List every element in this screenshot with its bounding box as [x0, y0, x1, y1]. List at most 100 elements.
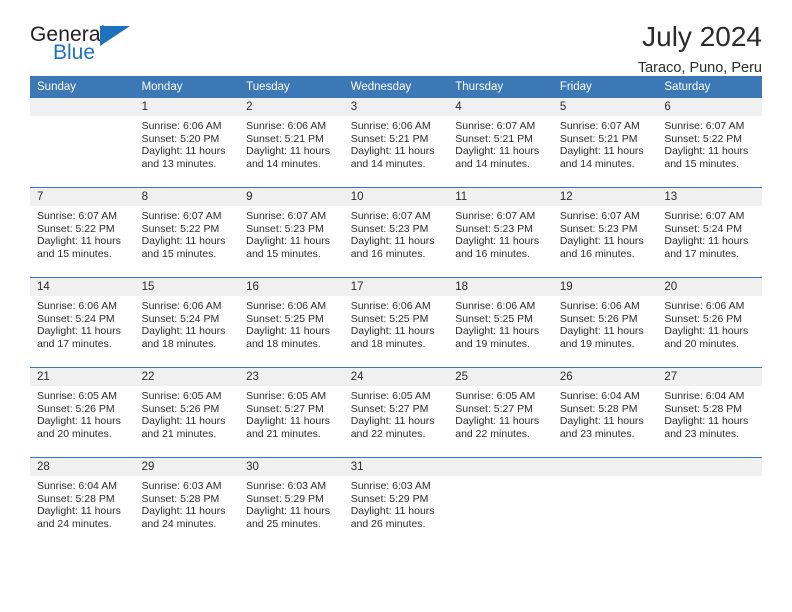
daylight-text-line1: Daylight: 11 hours — [141, 415, 226, 428]
calendar-cell[interactable]: 27 Sunrise: 6:04 AM Sunset: 5:28 PM Dayl… — [657, 367, 762, 458]
sunset-text: Sunset: 5:21 PM — [246, 132, 324, 145]
day-cell[interactable]: 31 Sunrise: 6:03 AM Sunset: 5:29 PM Dayl… — [343, 458, 449, 547]
day-details: Sunrise: 6:06 AM Sunset: 5:21 PM Dayligh… — [239, 116, 344, 170]
day-cell[interactable]: 27 Sunrise: 6:04 AM Sunset: 5:28 PM Dayl… — [657, 368, 762, 457]
calendar-cell[interactable]: 6 Sunrise: 6:07 AM Sunset: 5:22 PM Dayli… — [657, 98, 762, 188]
day-details: Sunrise: 6:06 AM Sunset: 5:24 PM Dayligh… — [30, 296, 135, 350]
calendar-cell[interactable]: 5 Sunrise: 6:07 AM Sunset: 5:21 PM Dayli… — [552, 98, 658, 188]
calendar-cell[interactable]: 29 Sunrise: 6:03 AM Sunset: 5:28 PM Dayl… — [134, 457, 240, 547]
calendar-cell[interactable]: 3 Sunrise: 6:06 AM Sunset: 5:21 PM Dayli… — [343, 98, 449, 188]
day-cell[interactable]: 4 Sunrise: 6:07 AM Sunset: 5:21 PM Dayli… — [448, 98, 553, 187]
general-blue-logo[interactable]: General Blue — [30, 22, 145, 68]
sunrise-text: Sunrise: 6:03 AM — [141, 480, 222, 492]
sunrise-text: Sunrise: 6:07 AM — [664, 120, 745, 132]
day-cell[interactable]: 3 Sunrise: 6:06 AM Sunset: 5:21 PM Dayli… — [343, 98, 449, 187]
weekday-header-row: Sunday Monday Tuesday Wednesday Thursday… — [30, 76, 762, 98]
calendar-cell[interactable]: 28 Sunrise: 6:04 AM Sunset: 5:28 PM Dayl… — [30, 457, 135, 547]
calendar-cell[interactable]: 18 Sunrise: 6:06 AM Sunset: 5:25 PM Dayl… — [448, 277, 553, 368]
day-cell[interactable]: 8 Sunrise: 6:07 AM Sunset: 5:22 PM Dayli… — [134, 188, 240, 277]
calendar-cell[interactable]: 23 Sunrise: 6:05 AM Sunset: 5:27 PM Dayl… — [239, 367, 344, 458]
sunset-text: Sunset: 5:26 PM — [559, 312, 638, 325]
sunset-text: Sunset: 5:24 PM — [664, 222, 743, 235]
day-cell[interactable]: 19 Sunrise: 6:06 AM Sunset: 5:26 PM Dayl… — [552, 278, 658, 367]
daylight-text-line2: and 15 minutes. — [37, 247, 112, 260]
day-cell[interactable] — [657, 458, 762, 547]
calendar-cell[interactable]: 13 Sunrise: 6:07 AM Sunset: 5:24 PM Dayl… — [657, 187, 762, 278]
calendar-cell[interactable]: 15 Sunrise: 6:06 AM Sunset: 5:24 PM Dayl… — [134, 277, 240, 368]
calendar-cell[interactable] — [657, 457, 762, 547]
day-cell[interactable]: 17 Sunrise: 6:06 AM Sunset: 5:25 PM Dayl… — [343, 278, 449, 367]
day-cell[interactable]: 14 Sunrise: 6:06 AM Sunset: 5:24 PM Dayl… — [30, 278, 135, 367]
calendar-cell[interactable]: 19 Sunrise: 6:06 AM Sunset: 5:26 PM Dayl… — [552, 277, 658, 368]
day-cell[interactable]: 5 Sunrise: 6:07 AM Sunset: 5:21 PM Dayli… — [552, 98, 658, 187]
calendar-cell[interactable]: 25 Sunrise: 6:05 AM Sunset: 5:27 PM Dayl… — [448, 367, 553, 458]
day-number — [552, 458, 658, 476]
calendar-cell[interactable]: 16 Sunrise: 6:06 AM Sunset: 5:25 PM Dayl… — [239, 277, 344, 368]
calendar-cell[interactable]: 14 Sunrise: 6:06 AM Sunset: 5:24 PM Dayl… — [30, 277, 135, 368]
calendar-cell[interactable]: 30 Sunrise: 6:03 AM Sunset: 5:29 PM Dayl… — [239, 457, 344, 547]
sunset-text: Sunset: 5:21 PM — [350, 132, 429, 145]
day-cell[interactable]: 18 Sunrise: 6:06 AM Sunset: 5:25 PM Dayl… — [448, 278, 553, 367]
calendar-cell[interactable]: 21 Sunrise: 6:05 AM Sunset: 5:26 PM Dayl… — [30, 367, 135, 458]
calendar-cell[interactable] — [30, 98, 135, 188]
day-cell[interactable] — [552, 458, 658, 547]
day-cell[interactable]: 24 Sunrise: 6:05 AM Sunset: 5:27 PM Dayl… — [343, 368, 449, 457]
day-cell[interactable]: 20 Sunrise: 6:06 AM Sunset: 5:26 PM Dayl… — [657, 278, 762, 367]
day-cell[interactable]: 12 Sunrise: 6:07 AM Sunset: 5:23 PM Dayl… — [552, 188, 658, 277]
day-cell[interactable]: 23 Sunrise: 6:05 AM Sunset: 5:27 PM Dayl… — [239, 368, 344, 457]
day-cell[interactable]: 13 Sunrise: 6:07 AM Sunset: 5:24 PM Dayl… — [657, 188, 762, 277]
day-cell[interactable]: 29 Sunrise: 6:03 AM Sunset: 5:28 PM Dayl… — [134, 458, 240, 547]
day-details: Sunrise: 6:07 AM Sunset: 5:21 PM Dayligh… — [448, 116, 553, 170]
day-cell[interactable]: 9 Sunrise: 6:07 AM Sunset: 5:23 PM Dayli… — [239, 188, 344, 277]
day-cell[interactable]: 25 Sunrise: 6:05 AM Sunset: 5:27 PM Dayl… — [448, 368, 553, 457]
day-cell[interactable] — [448, 458, 553, 547]
day-cell[interactable]: 6 Sunrise: 6:07 AM Sunset: 5:22 PM Dayli… — [657, 98, 762, 187]
daylight-text-line2: and 19 minutes. — [559, 337, 635, 350]
calendar-cell[interactable]: 11 Sunrise: 6:07 AM Sunset: 5:23 PM Dayl… — [448, 187, 553, 278]
sunset-text: Sunset: 5:25 PM — [246, 312, 324, 325]
daylight-text-line2: and 18 minutes. — [350, 337, 426, 350]
day-cell[interactable]: 2 Sunrise: 6:06 AM Sunset: 5:21 PM Dayli… — [239, 98, 344, 187]
calendar-cell[interactable]: 4 Sunrise: 6:07 AM Sunset: 5:21 PM Dayli… — [448, 98, 553, 188]
calendar-page: General Blue July 2024 Taraco, Puno, Per… — [0, 0, 792, 612]
day-number — [30, 98, 135, 116]
calendar-cell[interactable]: 17 Sunrise: 6:06 AM Sunset: 5:25 PM Dayl… — [343, 277, 449, 368]
day-number: 16 — [239, 278, 344, 296]
day-cell[interactable]: 21 Sunrise: 6:05 AM Sunset: 5:26 PM Dayl… — [30, 368, 135, 457]
calendar-cell[interactable] — [448, 457, 553, 547]
calendar-cell[interactable]: 24 Sunrise: 6:05 AM Sunset: 5:27 PM Dayl… — [343, 367, 449, 458]
calendar-cell[interactable]: 9 Sunrise: 6:07 AM Sunset: 5:23 PM Dayli… — [239, 187, 344, 278]
calendar-cell[interactable]: 22 Sunrise: 6:05 AM Sunset: 5:26 PM Dayl… — [134, 367, 240, 458]
day-cell[interactable]: 30 Sunrise: 6:03 AM Sunset: 5:29 PM Dayl… — [239, 458, 344, 547]
calendar-cell[interactable]: 1 Sunrise: 6:06 AM Sunset: 5:20 PM Dayli… — [134, 98, 240, 188]
daylight-text-line1: Daylight: 11 hours — [246, 505, 330, 518]
sunrise-text: Sunrise: 6:07 AM — [559, 120, 640, 132]
daylight-text-line1: Daylight: 11 hours — [141, 505, 226, 518]
daylight-text-line1: Daylight: 11 hours — [246, 325, 330, 338]
weekday-header-thursday: Thursday — [448, 76, 553, 98]
calendar-cell[interactable]: 20 Sunrise: 6:06 AM Sunset: 5:26 PM Dayl… — [657, 277, 762, 368]
day-cell[interactable]: 15 Sunrise: 6:06 AM Sunset: 5:24 PM Dayl… — [134, 278, 240, 367]
sunrise-text: Sunrise: 6:07 AM — [559, 210, 640, 222]
calendar-cell[interactable]: 10 Sunrise: 6:07 AM Sunset: 5:23 PM Dayl… — [343, 187, 449, 278]
daylight-text-line1: Daylight: 11 hours — [37, 235, 121, 248]
day-cell[interactable]: 11 Sunrise: 6:07 AM Sunset: 5:23 PM Dayl… — [448, 188, 553, 277]
day-cell[interactable]: 22 Sunrise: 6:05 AM Sunset: 5:26 PM Dayl… — [134, 368, 240, 457]
day-details: Sunrise: 6:04 AM Sunset: 5:28 PM Dayligh… — [30, 476, 135, 530]
calendar-cell[interactable]: 12 Sunrise: 6:07 AM Sunset: 5:23 PM Dayl… — [552, 187, 658, 278]
day-cell[interactable]: 10 Sunrise: 6:07 AM Sunset: 5:23 PM Dayl… — [343, 188, 449, 277]
day-cell[interactable]: 28 Sunrise: 6:04 AM Sunset: 5:28 PM Dayl… — [30, 458, 135, 547]
calendar-cell[interactable]: 8 Sunrise: 6:07 AM Sunset: 5:22 PM Dayli… — [134, 187, 240, 278]
calendar-cell[interactable]: 7 Sunrise: 6:07 AM Sunset: 5:22 PM Dayli… — [30, 187, 135, 278]
daylight-text-line1: Daylight: 11 hours — [559, 145, 644, 158]
calendar-cell[interactable]: 31 Sunrise: 6:03 AM Sunset: 5:29 PM Dayl… — [343, 457, 449, 547]
calendar-cell[interactable]: 2 Sunrise: 6:06 AM Sunset: 5:21 PM Dayli… — [239, 98, 344, 188]
day-cell[interactable]: 1 Sunrise: 6:06 AM Sunset: 5:20 PM Dayli… — [134, 98, 240, 187]
logo-text-blue: Blue — [53, 41, 96, 64]
day-cell[interactable]: 7 Sunrise: 6:07 AM Sunset: 5:22 PM Dayli… — [30, 188, 135, 277]
calendar-cell[interactable] — [552, 457, 658, 547]
day-cell[interactable]: 26 Sunrise: 6:04 AM Sunset: 5:28 PM Dayl… — [552, 368, 658, 457]
day-cell[interactable] — [30, 98, 135, 187]
day-cell[interactable]: 16 Sunrise: 6:06 AM Sunset: 5:25 PM Dayl… — [239, 278, 344, 367]
calendar-cell[interactable]: 26 Sunrise: 6:04 AM Sunset: 5:28 PM Dayl… — [552, 367, 658, 458]
